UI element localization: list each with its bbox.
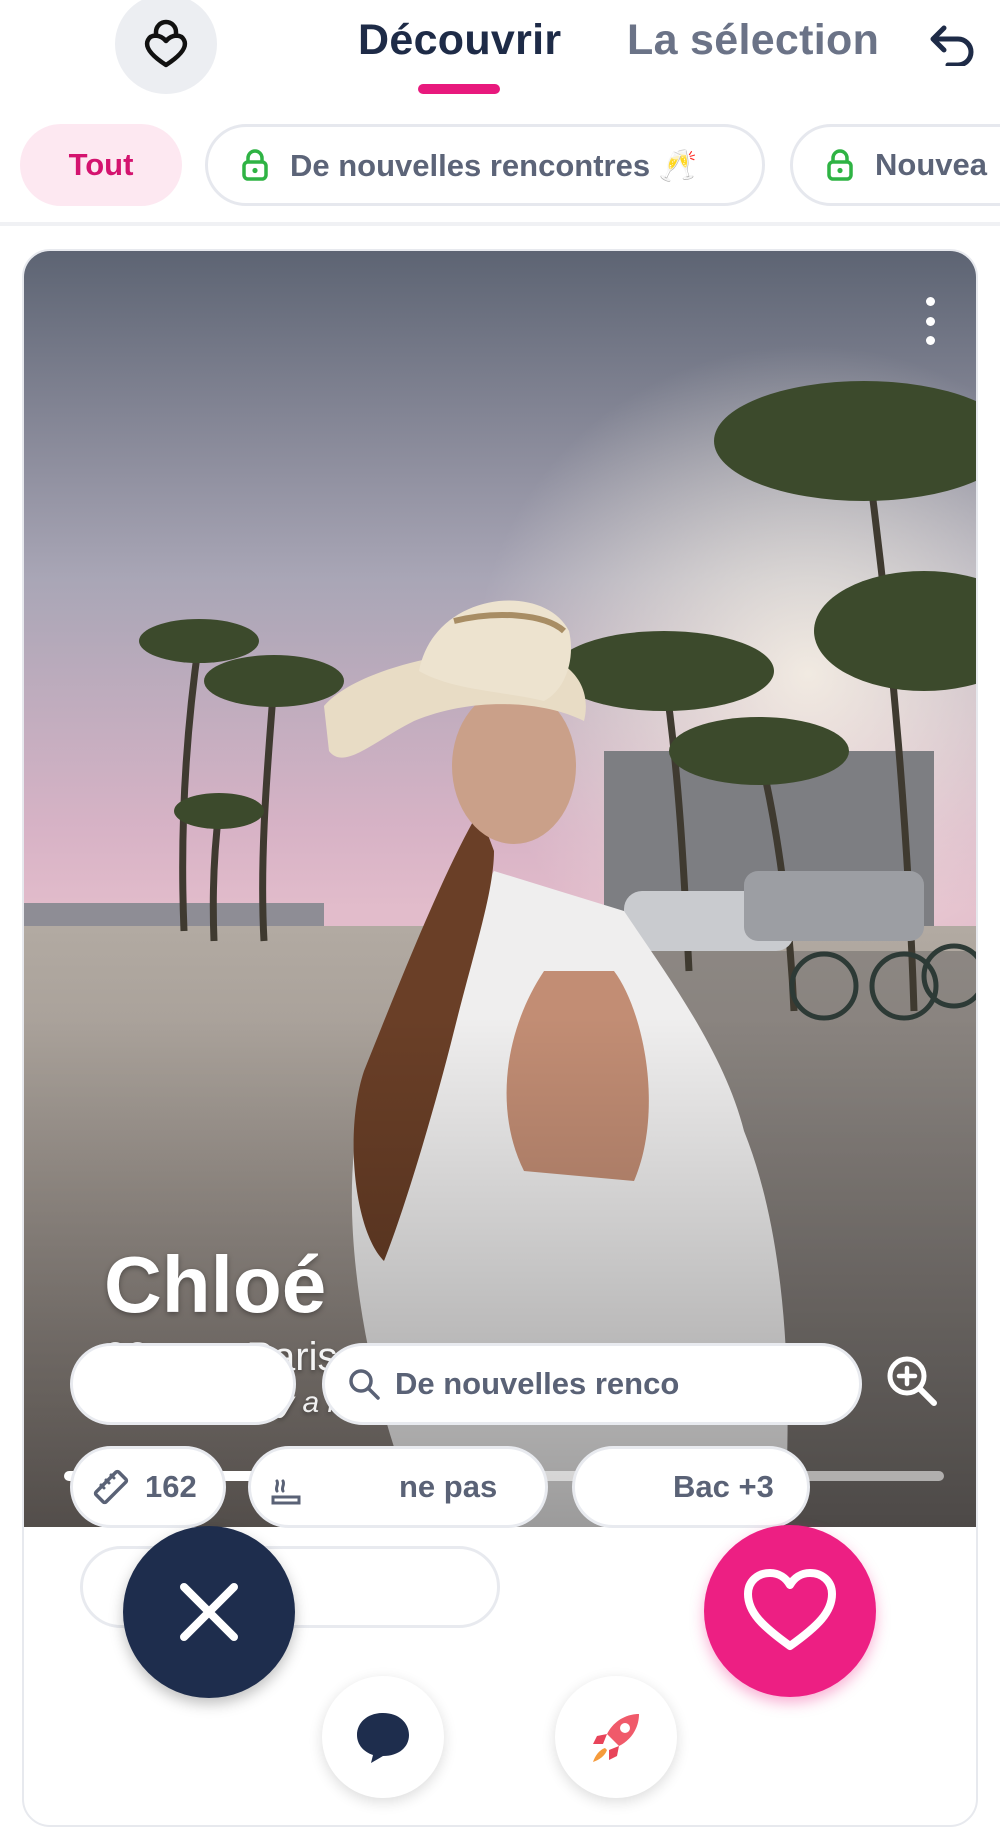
rocket-icon	[593, 1714, 639, 1762]
padlock-icon	[242, 149, 268, 181]
info-pill-looking-for: De nouvelles renco	[322, 1343, 862, 1425]
search-icon	[347, 1367, 381, 1401]
filter-chip-label: De nouvelles rencontres 🥂	[290, 147, 698, 183]
zoom-in-icon	[887, 1356, 937, 1406]
app-logo-button[interactable]	[115, 0, 217, 94]
message-button[interactable]	[322, 1676, 444, 1798]
pass-button[interactable]	[123, 1526, 295, 1698]
undo-button[interactable]	[928, 22, 978, 68]
filter-chips-bar: Tout De nouvelles rencontres 🥂 Nouvea	[0, 120, 1000, 232]
info-pill-education: Bac +3	[572, 1446, 810, 1528]
tab-discover[interactable]: Découvrir	[358, 16, 561, 65]
profile-name: Chloé	[104, 1240, 327, 1329]
info-pill-hidden	[70, 1343, 296, 1425]
more-dot	[925, 336, 935, 345]
ruler-icon	[91, 1467, 131, 1507]
info-pill-smoking: ne pas	[248, 1446, 548, 1528]
chat-bubble-icon	[357, 1713, 409, 1763]
like-button[interactable]	[704, 1525, 876, 1697]
filter-chip-new[interactable]: Nouvea	[790, 124, 1000, 206]
header-divider	[0, 222, 1000, 226]
filter-chip-all[interactable]: Tout	[20, 124, 182, 206]
zoom-button[interactable]	[884, 1353, 940, 1409]
more-dot	[925, 316, 935, 326]
more-options-button[interactable]	[920, 297, 940, 345]
info-pill-label: De nouvelles renco	[395, 1366, 680, 1401]
lock-heart-icon	[144, 19, 188, 68]
cigarette-icon	[269, 1467, 309, 1507]
info-pill-label: Bac +3	[673, 1469, 774, 1504]
heart-icon	[744, 1569, 836, 1650]
top-header: Découvrir La sélection	[0, 0, 1000, 110]
close-icon	[180, 1583, 238, 1641]
filter-chip-new-encounters[interactable]: De nouvelles rencontres 🥂	[205, 124, 765, 206]
filter-chip-label: Nouvea	[875, 147, 987, 182]
filter-chip-label: Tout	[68, 147, 134, 182]
undo-arrow-icon	[930, 25, 974, 68]
info-pill-label: ne pas	[399, 1469, 498, 1504]
profile-photo[interactable]: Chloé 22 ans, Paris Connectée il y a moi…	[24, 251, 976, 1527]
boost-button[interactable]	[555, 1676, 677, 1798]
active-tab-indicator	[418, 84, 500, 94]
more-dot	[925, 297, 935, 306]
tab-selection[interactable]: La sélection	[627, 16, 879, 65]
padlock-icon	[827, 149, 853, 181]
info-pill-height: 162	[70, 1446, 226, 1528]
info-pill-label: 162	[145, 1469, 197, 1504]
